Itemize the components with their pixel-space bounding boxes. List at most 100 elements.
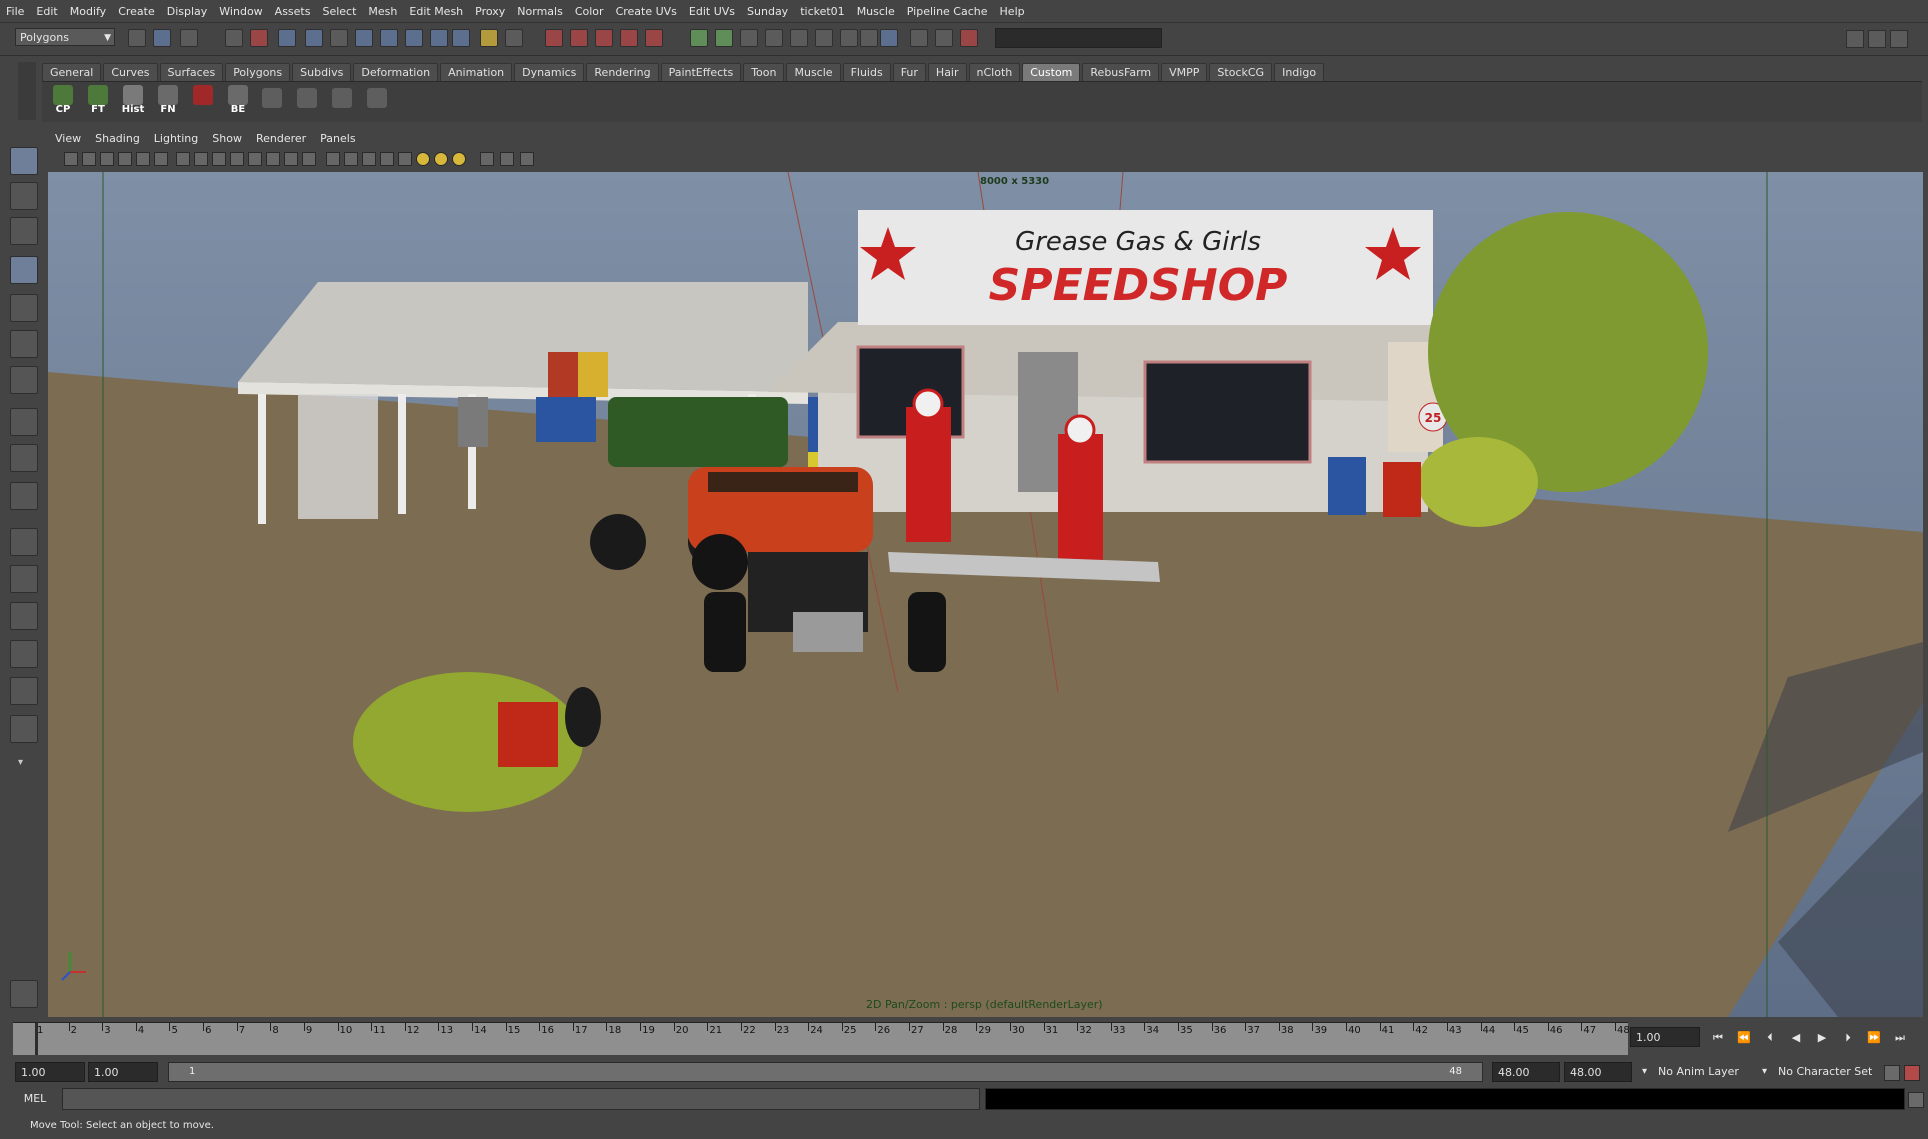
paint-select-tool-icon[interactable]: [10, 217, 38, 245]
playback-end-field[interactable]: 48.00: [1492, 1062, 1560, 1082]
panel-toolbar-icon[interactable]: [82, 152, 96, 166]
tab-painteffects[interactable]: PaintEffects: [660, 63, 742, 81]
persp-graph-layout-icon[interactable]: [10, 640, 38, 668]
last-tool-icon[interactable]: [10, 482, 38, 510]
panel-toolbar-icon[interactable]: [248, 152, 262, 166]
shelf-button-cp[interactable]: CP: [48, 84, 78, 116]
tab-general[interactable]: General: [42, 63, 102, 81]
status-line-tool-icon[interactable]: [790, 29, 808, 47]
status-line-tool-icon[interactable]: [840, 29, 858, 47]
play-forwards-icon[interactable]: ▶: [1814, 1030, 1830, 1046]
shelf-script-icon[interactable]: [297, 88, 317, 108]
panel-toolbar-icon[interactable]: [344, 152, 358, 166]
menu-item-display[interactable]: Display: [161, 5, 214, 18]
menu-item-window[interactable]: Window: [213, 5, 268, 18]
tab-toon[interactable]: Toon: [743, 63, 785, 81]
panel-toolbar-icon[interactable]: [266, 152, 280, 166]
tab-subdivs[interactable]: Subdivs: [292, 63, 352, 81]
status-line-tool-icon[interactable]: [305, 29, 323, 47]
scale-tool-icon[interactable]: [10, 330, 38, 358]
menu-item-pipeline-cache[interactable]: Pipeline Cache: [901, 5, 994, 18]
shelf-script-icon[interactable]: [332, 88, 352, 108]
status-line-tool-icon[interactable]: [180, 29, 198, 47]
step-back-frame-icon[interactable]: ⏴: [1762, 1030, 1778, 1046]
tab-deformation[interactable]: Deformation: [353, 63, 439, 81]
panel-toolbar-icon[interactable]: [118, 152, 132, 166]
panel-toolbar-icon[interactable]: [154, 152, 168, 166]
show-manipulator-icon[interactable]: [10, 444, 38, 472]
status-line-tool-icon[interactable]: [960, 29, 978, 47]
status-line-tool-icon[interactable]: [740, 29, 758, 47]
status-line-tool-icon[interactable]: [355, 29, 373, 47]
status-line-tool-icon[interactable]: [860, 29, 878, 47]
status-line-tool-icon[interactable]: [935, 29, 953, 47]
command-input[interactable]: [62, 1088, 980, 1110]
tab-dynamics[interactable]: Dynamics: [514, 63, 585, 81]
tool-settings-icon[interactable]: [1868, 30, 1886, 48]
playback-start-field[interactable]: 1.00: [88, 1062, 158, 1082]
shelf-button-be[interactable]: BE: [223, 84, 253, 116]
range-end-field[interactable]: 48.00: [1564, 1062, 1632, 1082]
menu-item-create[interactable]: Create: [112, 5, 161, 18]
tab-vmpp[interactable]: VMPP: [1161, 63, 1208, 81]
shelf-button-ft[interactable]: FT: [83, 84, 113, 116]
manipulator-tool-icon[interactable]: [10, 366, 38, 394]
layout-options-icon[interactable]: ▾: [18, 757, 23, 768]
animation-preferences-icon[interactable]: [1904, 1065, 1920, 1081]
status-line-tool-icon[interactable]: [620, 29, 638, 47]
status-line-tool-icon[interactable]: [595, 29, 613, 47]
status-line-tool-icon[interactable]: [480, 29, 498, 47]
panel-toolbar-icon[interactable]: [500, 152, 514, 166]
tab-muscle[interactable]: Muscle: [786, 63, 841, 81]
menu-item-color[interactable]: Color: [569, 5, 610, 18]
status-line-tool-icon[interactable]: [430, 29, 448, 47]
tab-stockcg[interactable]: StockCG: [1209, 63, 1273, 81]
panel-menu-shading[interactable]: Shading: [88, 132, 147, 148]
panel-toolbar-icon[interactable]: [302, 152, 316, 166]
status-line-tool-icon[interactable]: [505, 29, 523, 47]
menu-item-muscle[interactable]: Muscle: [851, 5, 901, 18]
character-set-dropdown[interactable]: No Character Set: [1778, 1062, 1872, 1082]
status-line-tool-icon[interactable]: [250, 29, 268, 47]
tab-animation[interactable]: Animation: [440, 63, 513, 81]
panel-toolbar-icon[interactable]: [380, 152, 394, 166]
menu-item-modify[interactable]: Modify: [64, 5, 112, 18]
panel-toolbar-icon[interactable]: [176, 152, 190, 166]
menu-item-normals[interactable]: Normals: [511, 5, 569, 18]
status-line-tool-icon[interactable]: [330, 29, 348, 47]
select-tool-icon[interactable]: [10, 147, 38, 175]
four-view-layout-icon[interactable]: [10, 565, 38, 593]
status-line-tool-icon[interactable]: [880, 29, 898, 47]
go-to-start-icon[interactable]: ⏮: [1710, 1030, 1726, 1046]
panel-menu-show[interactable]: Show: [205, 132, 249, 148]
panel-toolbar-icon[interactable]: [100, 152, 114, 166]
panel-toolbar-icon[interactable]: [194, 152, 208, 166]
menu-item-edit[interactable]: Edit: [30, 5, 63, 18]
panel-toolbar-icon[interactable]: [136, 152, 150, 166]
step-forward-key-icon[interactable]: ⏩: [1866, 1030, 1882, 1046]
menu-item-ticket01[interactable]: ticket01: [794, 5, 850, 18]
status-line-tool-icon[interactable]: [690, 29, 708, 47]
quick-select-field[interactable]: [995, 28, 1162, 48]
menu-item-mesh[interactable]: Mesh: [362, 5, 403, 18]
panel-toolbar-icon[interactable]: [326, 152, 340, 166]
panel-toolbar-icon[interactable]: [64, 152, 78, 166]
single-perspective-layout-icon[interactable]: [10, 528, 38, 556]
panel-toolbar-icon[interactable]: [452, 152, 466, 166]
command-language-label[interactable]: MEL: [15, 1088, 55, 1110]
lasso-tool-icon[interactable]: [10, 182, 38, 210]
persp-graph-outliner-layout-icon[interactable]: [10, 715, 38, 743]
menu-item-assets[interactable]: Assets: [269, 5, 317, 18]
menu-set-selector[interactable]: Polygons ▼: [15, 28, 115, 46]
tab-rebusfarm[interactable]: RebusFarm: [1082, 63, 1160, 81]
panel-menu-lighting[interactable]: Lighting: [147, 132, 205, 148]
status-line-tool-icon[interactable]: [128, 29, 146, 47]
current-time-field[interactable]: 1.00: [1630, 1027, 1700, 1047]
panel-toolbar-icon[interactable]: [362, 152, 376, 166]
persp-outliner-layout-icon[interactable]: [10, 602, 38, 630]
go-to-end-icon[interactable]: ⏭: [1892, 1030, 1908, 1046]
shelf-script-icon[interactable]: [367, 88, 387, 108]
panel-toolbar-icon[interactable]: [398, 152, 412, 166]
status-line-tool-icon[interactable]: [645, 29, 663, 47]
tab-indigo[interactable]: Indigo: [1274, 63, 1325, 81]
